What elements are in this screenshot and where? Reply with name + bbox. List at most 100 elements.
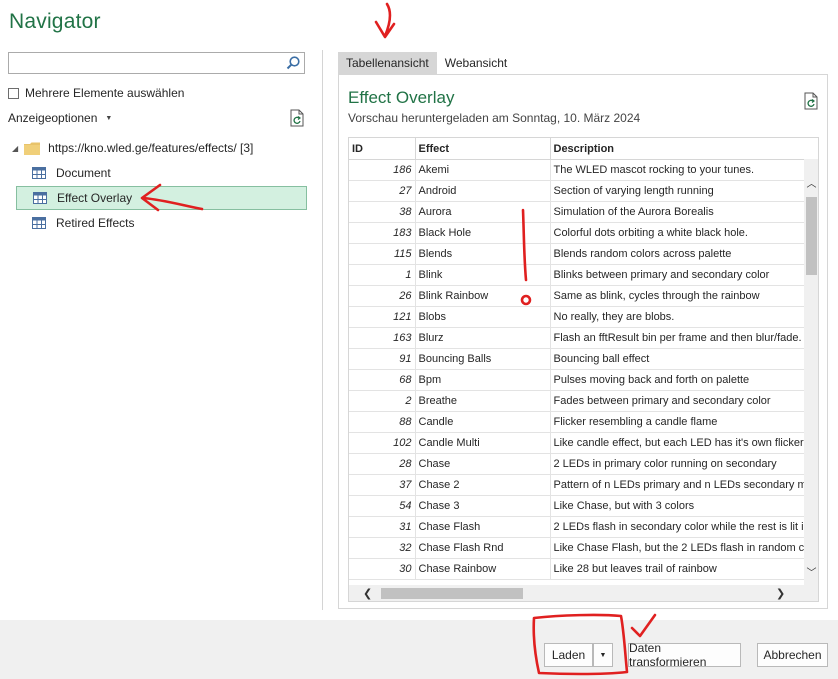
search-box[interactable] [8,52,305,74]
cell-description: Blends random colors across palette [550,243,804,265]
tab-table-view[interactable]: Tabellenansicht [338,52,437,74]
table-row[interactable]: 115 Blends Blends random colors across pal… [349,243,804,265]
cell-id: 91 [349,348,416,370]
table-row[interactable]: 2 Breathe Fades between primary and second… [349,390,804,412]
cell-description: The WLED mascot rocking to your tunes. [550,159,804,181]
table-row[interactable]: 186 Akemi The WLED mascot rocking to your … [349,159,804,181]
cell-effect: Blobs [415,306,551,328]
table-icon [32,167,46,179]
scroll-down-icon[interactable]: ﹀ [806,564,817,579]
column-header-id[interactable]: ID [349,138,416,160]
data-grid: ID Effect Description 186 Akemi The WLED m… [348,137,819,602]
cell-description: Flicker resembling a candle flame [550,411,804,433]
scroll-left-icon[interactable]: ❮ [363,587,372,600]
cell-id: 26 [349,285,416,307]
table-row[interactable]: 91 Bouncing Balls Bouncing ball effect [349,348,804,370]
multi-select-checkbox[interactable] [8,87,19,99]
tab-web-view[interactable]: Webansicht [437,52,515,74]
search-input[interactable] [13,54,287,74]
table-row[interactable]: 37 Chase 2 Pattern of n LEDs primary and n… [349,474,804,496]
cell-description: Pulses moving back and forth on palette [550,369,804,391]
table-row[interactable]: 88 Candle Flicker resembling a candle flam… [349,411,804,433]
table-row[interactable]: 121 Blobs No really, they are blobs. [349,306,804,328]
multi-select-option[interactable]: Mehrere Elemente auswählen [8,85,184,101]
column-header-effect[interactable]: Effect [415,138,551,160]
table-row[interactable]: 32 Chase Flash Rnd Like Chase Flash, but t… [349,537,804,559]
vertical-scrollbar[interactable]: ︿ ﹀ [804,159,818,585]
table-row[interactable]: 38 Aurora Simulation of the Aurora Boreali… [349,201,804,223]
table-row[interactable]: 30 Chase Rainbow Like 28 but leaves trail … [349,558,804,580]
cell-id: 68 [349,369,416,391]
cell-effect: Blends [415,243,551,265]
horizontal-scroll-thumb[interactable] [381,588,523,599]
cell-effect: Candle [415,411,551,433]
tree-item-effect-overlay[interactable]: Effect Overlay [16,186,307,210]
display-options-dropdown[interactable]: Anzeigeoptionen ▼ [8,111,112,125]
scroll-up-icon[interactable]: ︿ [806,175,817,190]
cell-id: 1 [349,264,416,286]
cell-description: Like candle effect, but each LED has it'… [550,432,804,454]
multi-select-label: Mehrere Elemente auswählen [25,86,185,100]
vertical-scroll-thumb[interactable] [806,197,817,275]
table-row[interactable]: 26 Blink Rainbow Same as blink, cycles thr… [349,285,804,307]
cell-effect: Candle Multi [415,432,551,454]
cell-id: 186 [349,159,416,181]
horizontal-scrollbar[interactable]: ❮ ❯ [349,585,804,601]
cell-id: 183 [349,222,416,244]
expand-triangle-icon[interactable]: ◢ [12,144,18,153]
cell-description: Fades between primary and secondary colo… [550,390,804,412]
table-row[interactable]: 54 Chase 3 Like Chase, but with 3 colors [349,495,804,517]
table-row[interactable]: 163 Blurz Flash an fftResult bin per frame… [349,327,804,349]
cancel-button[interactable]: Abbrechen [757,643,828,667]
cell-effect: Chase Flash [415,516,551,538]
cell-id: 31 [349,516,416,538]
scroll-right-icon[interactable]: ❯ [776,587,785,600]
data-table: ID Effect Description 186 Akemi The WLED m… [349,138,804,580]
cell-id: 163 [349,327,416,349]
tree-item-document[interactable]: Document [16,161,307,185]
table-row[interactable]: 102 Candle Multi Like candle effect, but e… [349,432,804,454]
cell-description: 2 LEDs flash in secondary color while th… [550,516,804,538]
tree-root[interactable]: ◢ https://kno.wled.ge/features/effects/ … [12,136,253,160]
cell-effect: Breathe [415,390,551,412]
cell-description: No really, they are blobs. [550,306,804,328]
cell-description: Like 28 but leaves trail of rainbow [550,558,804,580]
cell-id: 2 [349,390,416,412]
cell-id: 28 [349,453,416,475]
column-header-description[interactable]: Description [550,138,804,160]
preview-subtitle: Vorschau heruntergeladen am Sonntag, 10.… [348,111,641,125]
cell-effect: Chase Rainbow [415,558,551,580]
cell-description: Flash an fftResult bin per frame and the… [550,327,804,349]
cell-description: Simulation of the Aurora Borealis [550,201,804,223]
chevron-down-icon: ▼ [599,651,607,659]
cell-effect: Bouncing Balls [415,348,551,370]
cell-description: Blinks between primary and secondary col… [550,264,804,286]
table-row[interactable]: 28 Chase 2 LEDs in primary color running o… [349,453,804,475]
cell-effect: Black Hole [415,222,551,244]
refresh-icon[interactable] [289,109,305,127]
cell-description: Colorful dots orbiting a white black hol… [550,222,804,244]
cell-effect: Blink [415,264,551,286]
table-row[interactable]: 31 Chase Flash 2 LEDs flash in secondary c… [349,516,804,538]
transform-data-button[interactable]: Daten transformieren [628,641,741,669]
pane-divider[interactable] [322,50,323,610]
cell-id: 32 [349,537,416,559]
cell-id: 115 [349,243,416,265]
cell-description: Bouncing ball effect [550,348,804,370]
table-row[interactable]: 1 Blink Blinks between primary and seconda… [349,264,804,286]
display-options-label: Anzeigeoptionen [8,111,98,125]
load-dropdown-button[interactable]: ▼ [593,643,613,667]
cell-effect: Chase [415,453,551,475]
table-row[interactable]: 68 Bpm Pulses moving back and forth on pal… [349,369,804,391]
refresh-icon[interactable] [803,92,819,110]
cell-effect: Chase 3 [415,495,551,517]
load-button[interactable]: Laden [544,643,593,667]
tree-item-retired-effects[interactable]: Retired Effects [16,211,307,235]
search-icon[interactable] [285,55,301,71]
cell-id: 38 [349,201,416,223]
cell-description: Same as blink, cycles through the rainbo… [550,285,804,307]
table-row[interactable]: 183 Black Hole Colorful dots orbiting a wh… [349,222,804,244]
table-row[interactable]: 27 Android Section of varying length runni… [349,180,804,202]
cell-effect: Chase 2 [415,474,551,496]
table-header-row: ID Effect Description [349,138,804,160]
